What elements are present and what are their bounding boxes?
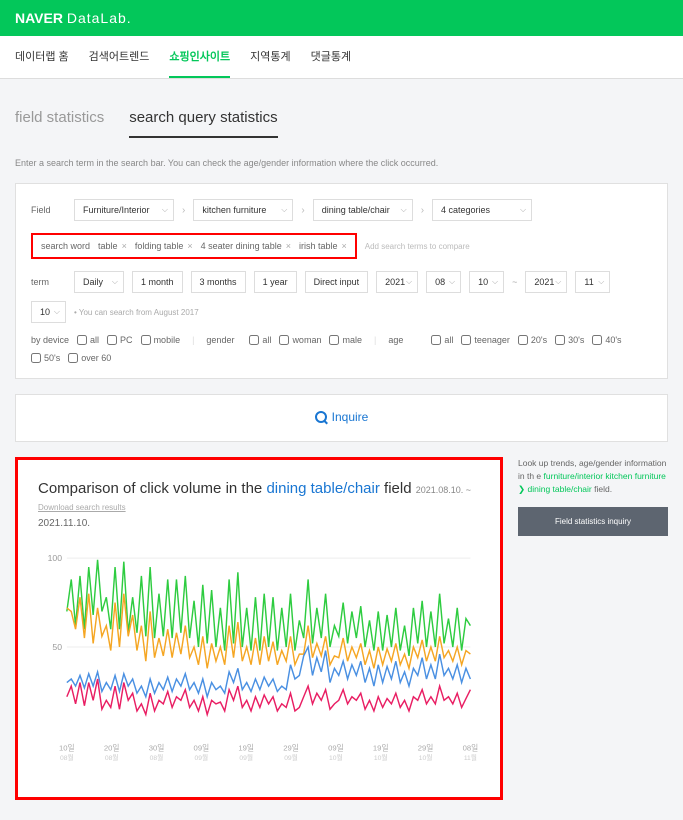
period-direct[interactable]: Direct input — [305, 271, 369, 293]
tab-search-trend[interactable]: 검색어트렌드 — [89, 36, 150, 78]
filter-panel: Field Furniture/Interior › kitchen furni… — [15, 183, 668, 379]
inquire-button[interactable]: Inquire — [315, 410, 369, 424]
svg-text:09월: 09월 — [239, 753, 253, 762]
age-50[interactable]: 50's — [31, 353, 60, 363]
field-label: Field — [31, 205, 66, 215]
main-tabs: 데이터랩 홈 검색어트렌드 쇼핑인사이트 지역통계 댓글통계 — [0, 36, 683, 79]
field-select-1[interactable]: Furniture/Interior — [74, 199, 174, 221]
search-hint: • You can search from August 2017 — [74, 308, 199, 317]
chart-subtitle: 2021.11.10. — [38, 518, 480, 529]
svg-text:19일: 19일 — [373, 743, 389, 752]
field-stats-button[interactable]: Field statistics inquiry — [518, 507, 668, 536]
period-1year[interactable]: 1 year — [254, 271, 297, 293]
svg-text:11월: 11월 — [464, 753, 477, 762]
svg-text:10월: 10월 — [329, 753, 343, 762]
subtab-field-stats[interactable]: field statistics — [15, 99, 104, 138]
svg-text:10월: 10월 — [374, 753, 388, 762]
remove-tag-icon[interactable]: × — [342, 241, 347, 251]
download-link[interactable]: Download search results — [38, 503, 126, 512]
chevron-right-icon: › — [182, 205, 185, 216]
svg-text:08월: 08월 — [60, 753, 74, 762]
subtab-query-stats[interactable]: search query statistics — [129, 99, 277, 138]
term-daily-select[interactable]: Daily — [74, 271, 124, 293]
field-select-2[interactable]: kitchen furniture — [193, 199, 293, 221]
svg-text:09일: 09일 — [194, 743, 210, 752]
chart-container: Comparison of click volume in the dining… — [15, 457, 503, 800]
chevron-right-icon: › — [421, 205, 424, 216]
inquire-bar: Inquire — [15, 394, 668, 442]
svg-text:50: 50 — [52, 642, 62, 652]
device-mobile[interactable]: mobile — [141, 335, 181, 345]
search-icon — [315, 411, 327, 423]
svg-text:29일: 29일 — [283, 743, 299, 752]
add-terms-placeholder[interactable]: Add search terms to compare — [365, 242, 470, 251]
svg-text:10월: 10월 — [419, 753, 433, 762]
from-month[interactable]: 08 — [426, 271, 461, 293]
gender-male[interactable]: male — [329, 335, 362, 345]
helper-text: Enter a search term in the search bar. Y… — [15, 158, 668, 168]
to-day[interactable]: 10 — [31, 301, 66, 323]
svg-text:09월: 09월 — [195, 753, 209, 762]
chevron-right-icon: › — [301, 205, 304, 216]
chart-title: Comparison of click volume in the dining… — [38, 480, 480, 514]
svg-text:19일: 19일 — [238, 743, 254, 752]
svg-text:20일: 20일 — [104, 743, 120, 752]
svg-text:10일: 10일 — [59, 743, 75, 752]
field-select-3[interactable]: dining table/chair — [313, 199, 413, 221]
tab-shopping-insight[interactable]: 쇼핑인사이트 — [169, 36, 230, 78]
age-label: age — [388, 335, 423, 345]
remove-tag-icon[interactable]: × — [187, 241, 192, 251]
device-label: by device — [31, 335, 69, 345]
tag-4seater: 4 seater dining table× — [201, 241, 291, 251]
age-teen[interactable]: teenager — [461, 335, 510, 345]
logo-naver[interactable]: NAVER — [15, 10, 63, 26]
svg-text:08월: 08월 — [150, 753, 164, 762]
tag-folding: folding table× — [135, 241, 193, 251]
search-word-highlight: search word table× folding table× 4 seat… — [31, 233, 357, 259]
svg-text:09월: 09월 — [284, 753, 298, 762]
svg-text:29일: 29일 — [418, 743, 434, 752]
to-month[interactable]: 11 — [575, 271, 610, 293]
tag-irish: irish table× — [299, 241, 347, 251]
from-day[interactable]: 10 — [469, 271, 504, 293]
sidebar-panel: Look up trends, age/gender information i… — [518, 457, 668, 536]
header: NAVER DataLab. — [0, 0, 683, 36]
age-60[interactable]: over 60 — [68, 353, 111, 363]
term-label: term — [31, 277, 66, 287]
device-all[interactable]: all — [77, 335, 99, 345]
tag-table: table× — [98, 241, 127, 251]
tab-comment[interactable]: 댓글통계 — [311, 36, 351, 78]
device-pc[interactable]: PC — [107, 335, 133, 345]
tab-home[interactable]: 데이터랩 홈 — [15, 36, 69, 78]
age-all[interactable]: all — [431, 335, 453, 345]
age-20[interactable]: 20's — [518, 335, 547, 345]
line-chart: 5010010일08월20일08월30일08월09일09월19일09월29일09… — [38, 544, 480, 774]
search-word-label: search word — [41, 241, 90, 251]
tab-region[interactable]: 지역통계 — [250, 36, 290, 78]
gender-label: gender — [206, 335, 241, 345]
from-year[interactable]: 2021 — [376, 271, 418, 293]
svg-text:30일: 30일 — [149, 743, 165, 752]
sub-tabs: field statistics search query statistics — [15, 99, 668, 138]
period-3months[interactable]: 3 months — [191, 271, 246, 293]
period-1month[interactable]: 1 month — [132, 271, 183, 293]
field-select-4[interactable]: 4 categories — [432, 199, 532, 221]
gender-woman[interactable]: woman — [279, 335, 321, 345]
remove-tag-icon[interactable]: × — [286, 241, 291, 251]
svg-text:09일: 09일 — [328, 743, 344, 752]
gender-all[interactable]: all — [249, 335, 271, 345]
date-dash: ~ — [512, 277, 517, 287]
remove-tag-icon[interactable]: × — [122, 241, 127, 251]
svg-text:08월: 08월 — [105, 753, 119, 762]
sidebar-text: Look up trends, age/gender information i… — [518, 457, 668, 495]
svg-text:08일: 08일 — [463, 743, 479, 752]
age-40[interactable]: 40's — [592, 335, 621, 345]
logo-datalab[interactable]: DataLab. — [67, 10, 132, 26]
age-30[interactable]: 30's — [555, 335, 584, 345]
to-year[interactable]: 2021 — [525, 271, 567, 293]
svg-text:100: 100 — [48, 553, 63, 563]
